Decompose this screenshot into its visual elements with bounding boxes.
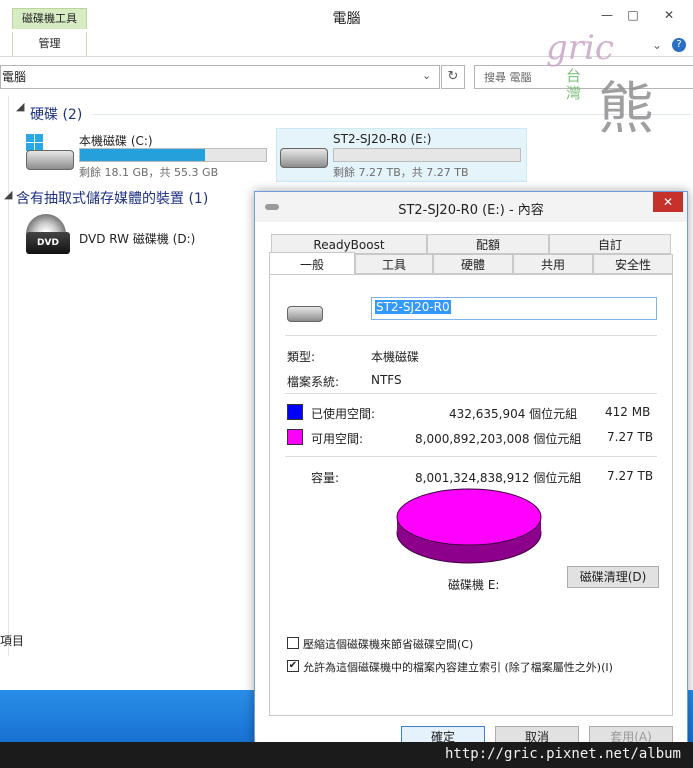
hard-drive-icon [26, 150, 74, 170]
volume-name-text: ST2-SJ20-R0 [375, 300, 451, 314]
drive-e-usage-bar [333, 148, 521, 162]
group-title-removable[interactable]: 含有抽取式儲存媒體的裝置 (1) [16, 188, 208, 208]
address-text: 電腦 [2, 70, 27, 84]
filesystem-label: 檔案系統: [287, 375, 340, 389]
index-checkbox[interactable]: ✔ [287, 660, 299, 672]
free-space-size: 7.27 TB [607, 430, 654, 444]
watermark-bear: 熊 [598, 77, 654, 142]
used-space-size: 412 MB [605, 405, 651, 419]
compress-checkbox[interactable] [287, 637, 299, 649]
tab-readyboost[interactable]: ReadyBoost [271, 234, 427, 254]
help-icon[interactable]: ? [672, 38, 686, 52]
watermark-url: http://gric.pixnet.net/album [444, 746, 681, 762]
dialog-title: ST2-SJ20-R0 (E:) - 內容 [398, 203, 544, 218]
free-space-bytes: 8,000,892,203,008 個位元組 [415, 432, 582, 446]
tab-customize[interactable]: 自訂 [549, 234, 671, 254]
capacity-bytes: 8,001,324,838,912 個位元組 [415, 471, 582, 485]
pie-free-slice [396, 488, 542, 546]
minimize-icon[interactable]: — [598, 6, 616, 24]
close-icon[interactable]: ✕ [660, 6, 678, 24]
index-label[interactable]: 允許為這個磁碟機中的檔案內容建立索引 (除了檔案屬性之外)(I) [303, 659, 613, 675]
capacity-label: 容量: [311, 471, 340, 485]
watermark-taiwan: 台灣 [566, 67, 582, 102]
drive-e-info: 剩餘 7.27 TB，共 7.27 TB [333, 166, 469, 179]
dvd-drive-icon[interactable]: DVD [26, 214, 72, 258]
drive-caption: 磁碟機 E: [448, 578, 500, 592]
drive-d-name[interactable]: DVD RW 磁碟機 (D:) [79, 230, 195, 247]
drive-c-tile-icon[interactable] [22, 132, 74, 174]
tab-quota[interactable]: 配額 [427, 234, 549, 254]
drive-c-usage-bar [79, 148, 267, 162]
search-placeholder: 搜尋 電腦 [484, 71, 532, 84]
address-dropdown-icon[interactable]: ⌄ [422, 69, 431, 82]
separator [285, 456, 657, 457]
properties-dialog: ST2-SJ20-R0 (E:) - 內容 ✕ ReadyBoost 配額 自訂… [254, 191, 688, 753]
compress-label[interactable]: 壓縮這個磁碟機來節省磁碟空間(C) [303, 636, 473, 652]
hard-drive-icon [287, 306, 323, 322]
tab-hardware[interactable]: 硬體 [433, 254, 513, 274]
used-space-label: 已使用空間: [311, 407, 376, 421]
type-label: 類型: [287, 350, 316, 364]
disk-cleanup-button[interactable]: 磁碟清理(D) [567, 566, 659, 588]
watermark-gric: gric [546, 28, 614, 68]
navigation-pane[interactable] [0, 96, 9, 656]
dialog-close-icon[interactable]: ✕ [653, 192, 683, 212]
separator [285, 335, 657, 336]
free-space-swatch [287, 429, 303, 445]
ribbon-tab-manage[interactable]: 管理 [12, 32, 87, 56]
group-collapse-icon[interactable]: ◢ [16, 100, 24, 113]
drive-c-info: 剩餘 18.1 GB，共 55.3 GB [79, 166, 219, 179]
group-collapse-icon[interactable]: ◢ [4, 188, 12, 201]
volume-name-input[interactable]: ST2-SJ20-R0 [371, 297, 657, 320]
type-value: 本機磁碟 [371, 350, 420, 364]
tab-security[interactable]: 安全性 [593, 254, 673, 274]
tab-sharing[interactable]: 共用 [513, 254, 593, 274]
filesystem-value: NTFS [371, 373, 402, 387]
refresh-icon[interactable]: ↻ [441, 65, 465, 89]
separator [285, 393, 657, 394]
drive-c-usage-fill [80, 149, 205, 161]
capacity-size: 7.27 TB [607, 469, 654, 483]
group-title-hard-disks[interactable]: 硬碟 (2) [30, 104, 82, 124]
drive-c-name[interactable]: 本機磁碟 (C:) [79, 132, 153, 149]
tab-tools[interactable]: 工具 [355, 254, 433, 274]
address-bar[interactable] [0, 65, 440, 89]
maximize-icon[interactable]: □ [624, 6, 642, 24]
disk-usage-pie-chart [396, 488, 542, 564]
hard-drive-icon [280, 148, 328, 168]
status-bar-text: 項目 [0, 634, 25, 648]
window-title: 電腦 [332, 11, 361, 27]
tab-general[interactable]: 一般 [269, 252, 355, 275]
used-space-bytes: 432,635,904 個位元組 [449, 407, 578, 421]
free-space-label: 可用空間: [311, 432, 364, 446]
drive-e-name[interactable]: ST2-SJ20-R0 (E:) [333, 132, 431, 146]
used-space-swatch [287, 404, 303, 420]
ribbon-expand-icon[interactable]: ⌄ [652, 38, 662, 52]
